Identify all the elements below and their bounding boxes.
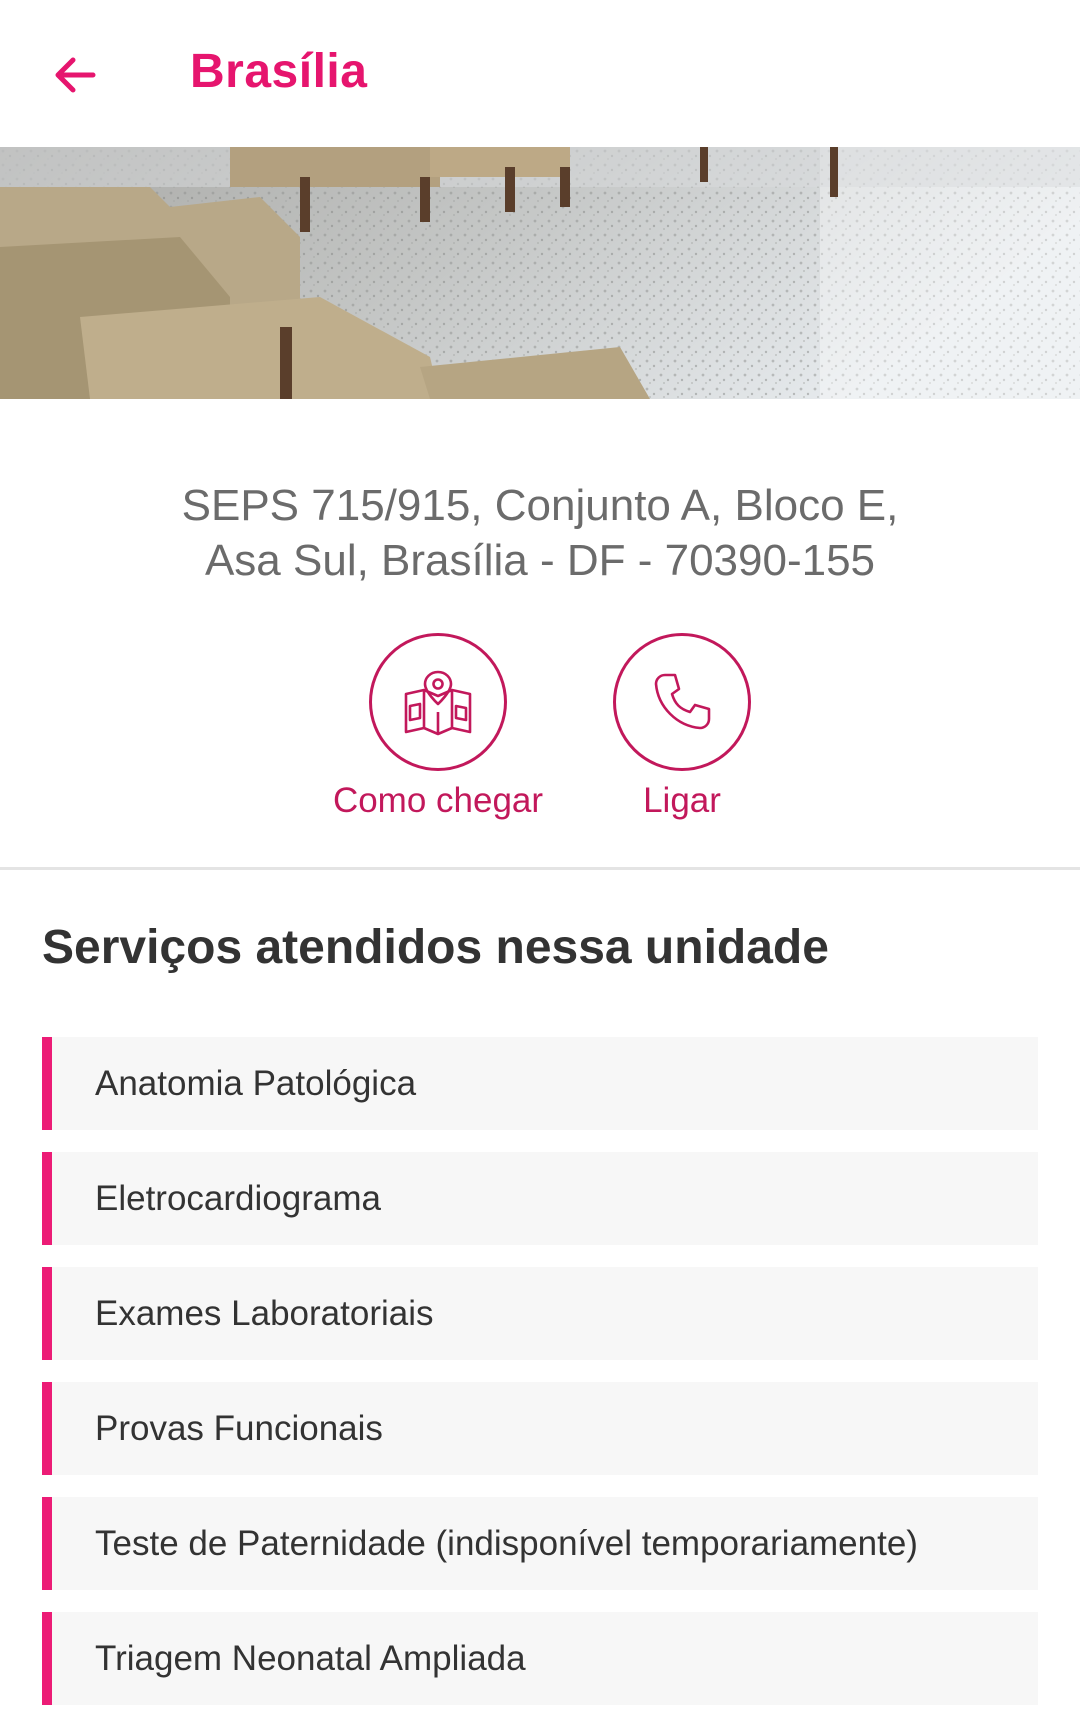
service-item[interactable]: Provas Funcionais [42, 1382, 1038, 1475]
app-bar: Brasília [0, 0, 1080, 147]
service-label: Exames Laboratoriais [95, 1294, 434, 1333]
service-label: Provas Funcionais [95, 1409, 383, 1448]
call-circle [613, 633, 751, 771]
service-label: Teste de Paternidade (indisponível tempo… [95, 1524, 918, 1563]
service-label: Anatomia Patológica [95, 1064, 417, 1103]
service-item[interactable]: Triagem Neonatal Ampliada [42, 1612, 1038, 1705]
unit-address: SEPS 715/915, Conjunto A, Bloco E, Asa S… [0, 478, 1080, 588]
service-item[interactable]: Eletrocardiograma [42, 1152, 1038, 1245]
page-title: Brasília [190, 45, 368, 98]
service-item[interactable]: Exames Laboratoriais [42, 1267, 1038, 1360]
service-item[interactable]: Anatomia Patológica [42, 1037, 1038, 1130]
map-pin-icon [404, 670, 472, 736]
unit-photo [0, 147, 1080, 399]
directions-button[interactable]: Como chegar [318, 633, 558, 821]
address-line-2: Asa Sul, Brasília - DF - 70390-155 [204, 536, 876, 585]
service-label: Triagem Neonatal Ampliada [95, 1639, 526, 1678]
directions-label: Como chegar [332, 781, 544, 820]
services-list: Anatomia Patológica Eletrocardiograma Ex… [42, 1037, 1038, 1727]
address-line-1: SEPS 715/915, Conjunto A, Bloco E, [181, 481, 899, 530]
call-button[interactable]: Ligar [562, 633, 802, 821]
call-label: Ligar [643, 781, 721, 820]
phone-icon [654, 673, 711, 730]
service-item[interactable]: Teste de Paternidade (indisponível tempo… [42, 1497, 1038, 1590]
directions-circle [369, 633, 507, 771]
back-button[interactable] [40, 40, 110, 110]
arrow-left-icon [55, 57, 96, 93]
service-label: Eletrocardiograma [95, 1179, 381, 1218]
section-divider [0, 867, 1080, 870]
services-title: Serviços atendidos nessa unidade [42, 921, 829, 974]
